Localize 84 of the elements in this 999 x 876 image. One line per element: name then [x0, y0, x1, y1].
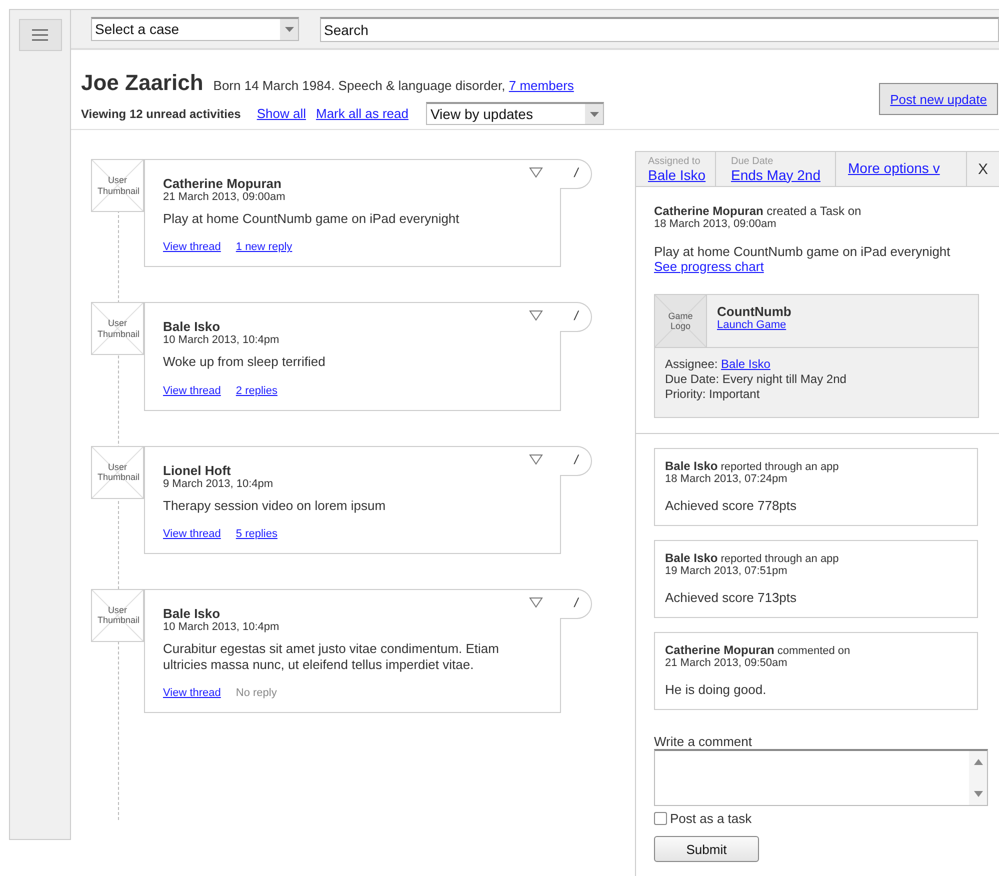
members-link[interactable]: 7 members: [508, 78, 574, 93]
more-options-link[interactable]: More options v: [848, 160, 954, 176]
game-name: CountNumb: [717, 304, 792, 319]
view-thread-link[interactable]: View thread: [163, 384, 221, 396]
edit-button[interactable]: /: [574, 452, 578, 466]
task-header: Catherine Mopuran created a Task on: [654, 204, 862, 218]
update-header: Bale Isko reported through an app: [665, 459, 840, 473]
search-field[interactable]: Search: [320, 16, 999, 42]
post-date: 10 March 2013, 10:4pm: [163, 334, 280, 346]
dropdown-arrow-icon: [284, 27, 294, 32]
post-text: Woke up from sleep terrified: [163, 354, 326, 370]
priority-text: Priority: Important: [665, 387, 761, 402]
update-text: He is doing good.: [665, 682, 768, 697]
view-thread-link[interactable]: View thread: [163, 687, 221, 700]
scrollbar[interactable]: [969, 751, 987, 805]
update-date: 19 March 2013, 07:51pm: [665, 565, 788, 577]
options-button[interactable]: [529, 310, 543, 322]
launch-game-link[interactable]: Launch Game: [717, 319, 792, 331]
update-header: Catherine Mopuran commented on: [665, 643, 852, 657]
checkbox-label: Post as a task: [670, 811, 752, 826]
update-date: 21 March 2013, 09:50am: [665, 657, 788, 669]
post-text: Play at home CountNumb game on iPad everynight: [163, 211, 460, 228]
tab-value-link[interactable]: Bale Isko: [648, 166, 703, 182]
author-name: Bale Isko: [163, 319, 222, 334]
options-button[interactable]: [529, 167, 543, 178]
task-text: Play at home CountNumb game on iPad everynight: [654, 244, 952, 259]
tab-value-link[interactable]: Ends May 2nd: [731, 166, 823, 182]
post-text: Therapy session video on lorem ipsum: [163, 498, 387, 514]
assignee-text: Assignee: Bale Isko: [665, 357, 772, 372]
comment-field[interactable]: [654, 749, 988, 806]
tab-label: Due Date: [731, 156, 774, 166]
task-date: 18 March 2013, 09:00am: [654, 218, 778, 230]
update-text: Achieved score 778pts: [665, 498, 798, 513]
update-header: Bale Isko reported through an app: [665, 551, 840, 565]
case-select[interactable]: Select a case: [91, 17, 299, 41]
dropdown-arrow-icon: [590, 112, 599, 116]
scroll-up-icon[interactable]: [974, 759, 982, 765]
options-button[interactable]: [529, 454, 543, 464]
update-date: 18 March 2013, 07:24pm: [665, 473, 788, 485]
checkbox[interactable]: [654, 812, 667, 825]
assignee-link[interactable]: Bale Isko: [721, 357, 770, 371]
triangle-icon: [529, 596, 543, 608]
reply-count: No reply: [236, 687, 277, 700]
menu-button[interactable]: [18, 19, 62, 51]
triangle-icon: [529, 454, 543, 464]
thumbnail-label: User Thumbnail: [98, 462, 138, 482]
view-select[interactable]: View by updates: [426, 102, 604, 125]
update-text: Achieved score 713pts: [665, 590, 798, 605]
due-date-text: Due Date: Every night till May 2nd: [665, 372, 848, 387]
unread-count: Viewing 12 unread activities: [81, 106, 241, 120]
author-name: Catherine Mopuran: [163, 176, 282, 191]
post-text: Curabitur egestas sit amet justo vitae condimentum. Etiam ultricies massa nunc, ut eleifend tellus imperdiet vitae.: [163, 640, 500, 674]
scroll-down-icon[interactable]: [974, 791, 982, 797]
edit-button[interactable]: /: [574, 165, 578, 180]
progress-chart-link[interactable]: See progress chart: [654, 259, 764, 274]
thumbnail-label: User Thumbnail: [98, 175, 138, 196]
comment-label: Write a comment: [654, 734, 754, 749]
triangle-icon: [529, 167, 543, 178]
close-button[interactable]: X: [967, 152, 999, 186]
edit-button[interactable]: /: [574, 308, 578, 324]
replies-link[interactable]: 2 replies: [236, 384, 278, 396]
replies-link[interactable]: 1 new reply: [236, 241, 292, 254]
tab-label: Assigned to: [648, 156, 702, 166]
replies-link[interactable]: 5 replies: [236, 528, 278, 540]
triangle-icon: [529, 310, 543, 322]
author-name: Bale Isko: [163, 606, 222, 621]
logo-label: Game Logo: [667, 310, 694, 332]
thumbnail-label: User Thumbnail: [98, 318, 138, 340]
edit-button[interactable]: /: [574, 594, 578, 610]
options-button[interactable]: [529, 596, 543, 608]
show-all-link[interactable]: Show all: [256, 106, 306, 121]
menu-icon: [32, 29, 48, 41]
view-thread-link[interactable]: View thread: [163, 528, 221, 540]
submit-button[interactable]: Submit: [654, 836, 759, 862]
thumbnail-label: User Thumbnail: [98, 604, 138, 626]
author-name: Lionel Hoft: [163, 462, 232, 478]
patient-info: Born 14 March 1984. Speech & language disorder, 7 members: [213, 78, 574, 93]
post-date: 9 March 2013, 10:4pm: [163, 478, 274, 490]
patient-name: Joe Zaarich: [81, 70, 204, 96]
post-date: 10 March 2013, 10:4pm: [163, 620, 280, 633]
post-update-button[interactable]: Post new update: [879, 83, 998, 115]
mark-read-link[interactable]: Mark all as read: [316, 106, 408, 121]
view-thread-link[interactable]: View thread: [163, 241, 221, 254]
post-date: 21 March 2013, 09:00am: [163, 191, 286, 203]
